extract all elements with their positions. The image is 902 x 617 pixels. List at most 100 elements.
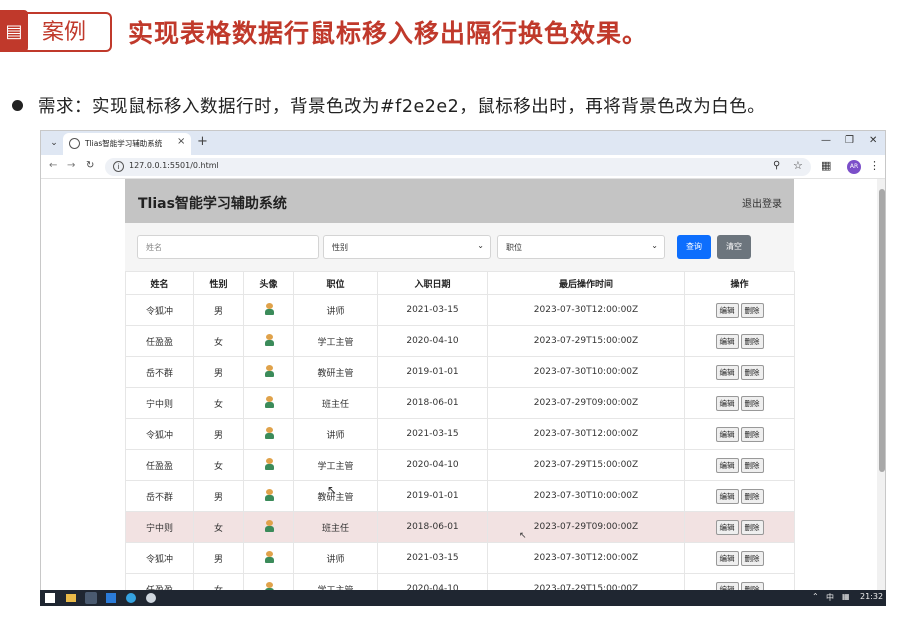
restore-icon[interactable]: ❐ bbox=[845, 135, 854, 146]
delete-button[interactable]: 删除 bbox=[740, 488, 764, 504]
cell-actions: 编辑 删除 bbox=[684, 511, 795, 543]
delete-button[interactable]: 删除 bbox=[740, 550, 764, 566]
cell-entry-date: 2018-06-01 bbox=[377, 511, 488, 543]
tray-chevron-icon[interactable]: ⌃ bbox=[812, 592, 819, 601]
delete-button[interactable]: 删除 bbox=[740, 519, 764, 535]
scrollbar[interactable] bbox=[877, 179, 885, 591]
file-explorer-icon[interactable] bbox=[66, 594, 76, 602]
avatar-icon bbox=[264, 333, 274, 346]
cell-gender: 男 bbox=[193, 356, 244, 388]
edit-button[interactable]: 编辑 bbox=[715, 457, 739, 473]
edit-button[interactable]: 编辑 bbox=[715, 550, 739, 566]
extensions-icon[interactable]: ▦ bbox=[821, 159, 831, 172]
delete-button[interactable]: 删除 bbox=[740, 333, 764, 349]
delete-button[interactable]: 删除 bbox=[740, 364, 764, 380]
table-header-row: 姓名 性别 头像 职位 入职日期 最后操作时间 操作 bbox=[125, 271, 795, 295]
name-placeholder: 姓名 bbox=[146, 243, 162, 252]
delete-button[interactable]: 删除 bbox=[740, 457, 764, 473]
edit-button[interactable]: 编辑 bbox=[715, 395, 739, 411]
app-icon[interactable] bbox=[146, 593, 156, 603]
table-row[interactable]: 岳不群男教研主管 2019-01-01 2023-07-30T10:00:00Z 编辑… bbox=[125, 480, 795, 512]
cell-entry-date: 2019-01-01 bbox=[377, 480, 488, 512]
back-icon[interactable]: ← bbox=[49, 160, 57, 171]
clear-button[interactable]: 清空 bbox=[717, 235, 751, 259]
cell-avatar bbox=[243, 294, 294, 326]
table-row[interactable]: 任盈盈女学工主管 2020-04-10 2023-07-29T15:00:00Z 编辑… bbox=[125, 325, 795, 357]
edit-button[interactable]: 编辑 bbox=[715, 302, 739, 318]
cell-entry-date: 2021-03-15 bbox=[377, 542, 488, 574]
table-row[interactable]: 任盈盈女学工主管 2020-04-10 2023-07-29T15:00:00Z 编辑… bbox=[125, 573, 795, 591]
menu-icon[interactable]: ⋮ bbox=[869, 159, 880, 172]
table-row[interactable]: 宁中则女班主任 2018-06-01 2023-07-29T09:00:00Z 编辑删… bbox=[125, 387, 795, 419]
cell-name: 岳不群 bbox=[125, 480, 194, 512]
close-icon[interactable]: × bbox=[177, 136, 185, 147]
case-label: 案例 bbox=[42, 20, 87, 45]
edit-button[interactable]: 编辑 bbox=[715, 364, 739, 380]
delete-button[interactable]: 删除 bbox=[740, 302, 764, 318]
cell-last-update: 2023-07-29T09:00:00Z bbox=[487, 511, 685, 543]
ime-indicator[interactable]: 中 bbox=[826, 592, 834, 603]
window-close-icon[interactable]: ✕ bbox=[869, 135, 877, 146]
cell-name: 令狐冲 bbox=[125, 294, 194, 326]
globe-icon bbox=[69, 138, 80, 149]
start-icon[interactable] bbox=[45, 593, 55, 603]
cell-gender: 男 bbox=[193, 480, 244, 512]
cell-name: 岳不群 bbox=[125, 356, 194, 388]
new-tab-icon[interactable]: + bbox=[197, 134, 208, 149]
search-form: 姓名 性别 ⌄ 职位 ⌄ 查询 清空 bbox=[125, 223, 794, 271]
vscode-icon[interactable] bbox=[106, 593, 116, 603]
tab-list-icon[interactable]: ⌄ bbox=[47, 136, 61, 150]
chevron-down-icon: ⌄ bbox=[477, 241, 484, 250]
cell-last-update: 2023-07-29T15:00:00Z bbox=[487, 449, 685, 481]
cell-entry-date: 2020-04-10 bbox=[377, 325, 488, 357]
delete-button[interactable]: 删除 bbox=[740, 395, 764, 411]
edit-button[interactable]: 编辑 bbox=[715, 426, 739, 442]
app-title: Tlias智能学习辅助系统 bbox=[138, 196, 287, 212]
bookmark-star-icon[interactable]: ☆ bbox=[793, 159, 803, 172]
avatar-icon bbox=[264, 550, 274, 563]
table-row[interactable]: 令狐冲男讲师 2021-03-15 2023-07-30T12:00:00Z 编辑 删除 bbox=[125, 542, 795, 574]
profile-avatar[interactable]: AR bbox=[847, 160, 861, 174]
cell-gender: 女 bbox=[193, 325, 244, 357]
edit-button[interactable]: 编辑 bbox=[715, 488, 739, 504]
header-gender: 性别 bbox=[193, 271, 244, 295]
taskbar: ⌃ 中 ▦ 21:32 bbox=[40, 590, 886, 606]
cell-avatar bbox=[243, 480, 294, 512]
cell-actions: 编辑 删除 bbox=[684, 480, 795, 512]
edit-button[interactable]: 编辑 bbox=[715, 519, 739, 535]
table-row[interactable]: 令狐冲男讲师 2021-03-15 2023-07-30T12:00:00Z 编辑 删除 bbox=[125, 418, 795, 450]
browser-tab[interactable]: Tlias智能学习辅助系统 × bbox=[63, 133, 191, 155]
scrollbar-thumb[interactable] bbox=[879, 189, 885, 472]
cell-name: 令狐冲 bbox=[125, 418, 194, 450]
zoom-icon[interactable]: ⚲ bbox=[773, 160, 780, 171]
url-field[interactable]: i 127.0.0.1:5501/0.html ⚲ ☆ bbox=[105, 158, 811, 176]
cell-name: 令狐冲 bbox=[125, 542, 194, 574]
table-row[interactable]: 岳不群男教研主管 2019-01-01 2023-07-30T10:00:00Z 编辑… bbox=[125, 356, 795, 388]
minimize-icon[interactable]: — bbox=[821, 135, 831, 146]
ime-mode-icon[interactable]: ▦ bbox=[842, 592, 850, 601]
clock[interactable]: 21:32 bbox=[860, 592, 883, 601]
table-row[interactable]: 宁中则女班主任 2018-06-01 2023-07-29T09:00:00Z 编辑删… bbox=[125, 511, 795, 543]
position-select[interactable]: 职位 ⌄ bbox=[497, 235, 665, 259]
edit-button[interactable]: 编辑 bbox=[715, 333, 739, 349]
table-row[interactable]: 任盈盈女学工主管 2020-04-10 2023-07-29T15:00:00Z 编辑… bbox=[125, 449, 795, 481]
employee-table: 姓名 性别 头像 职位 入职日期 最后操作时间 操作 令狐冲男讲师 2021-03… bbox=[125, 271, 795, 591]
reload-icon[interactable]: ↻ bbox=[86, 160, 94, 171]
cell-gender: 女 bbox=[193, 573, 244, 591]
cell-actions: 编辑 删除 bbox=[684, 356, 795, 388]
edge-icon[interactable] bbox=[126, 593, 136, 603]
query-button[interactable]: 查询 bbox=[677, 235, 711, 259]
cell-name: 宁中则 bbox=[125, 511, 194, 543]
delete-button[interactable]: 删除 bbox=[740, 426, 764, 442]
page-viewport: Tlias智能学习辅助系统 退出登录 姓名 性别 ⌄ 职位 ⌄ 查询 清空 姓名… bbox=[41, 179, 885, 591]
name-input[interactable]: 姓名 bbox=[137, 235, 319, 259]
site-info-icon[interactable]: i bbox=[113, 161, 124, 172]
forward-icon[interactable]: → bbox=[67, 160, 75, 171]
cell-position: 班主任 bbox=[293, 387, 378, 419]
cell-last-update: 2023-07-30T10:00:00Z bbox=[487, 480, 685, 512]
header-avatar: 头像 bbox=[243, 271, 294, 295]
chrome-icon[interactable] bbox=[85, 592, 97, 604]
logout-link[interactable]: 退出登录 bbox=[742, 195, 782, 210]
gender-select[interactable]: 性别 ⌄ bbox=[323, 235, 491, 259]
table-row[interactable]: 令狐冲男讲师 2021-03-15 2023-07-30T12:00:00Z 编辑 删除 bbox=[125, 294, 795, 326]
